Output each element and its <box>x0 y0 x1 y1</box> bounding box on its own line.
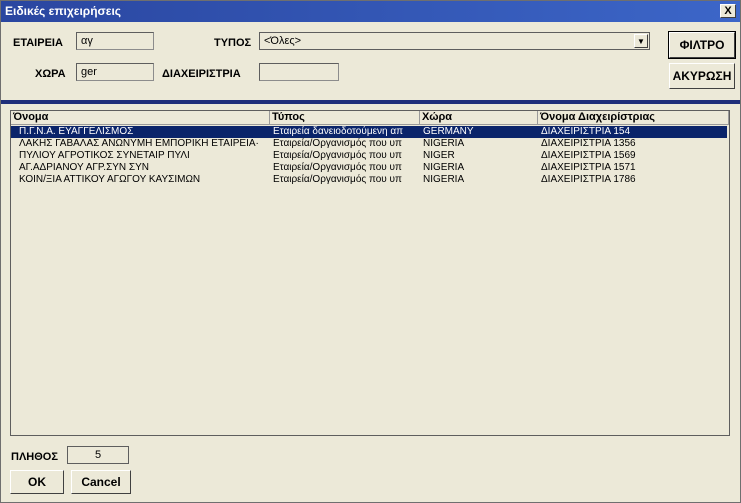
country-label: ΧΩΡΑ <box>35 68 66 80</box>
cell-manager: ΔΙΑΧΕΙΡΙΣΤΡΙΑ 1786 <box>541 174 636 185</box>
column-header-type[interactable]: Τύπος <box>270 111 420 125</box>
cell-manager: ΔΙΑΧΕΙΡΙΣΤΡΙΑ 1571 <box>541 162 636 173</box>
cell-country: NIGERIA <box>423 174 465 185</box>
filter-button[interactable]: ΦΙΛΤΡΟ <box>668 31 736 59</box>
cell-name: ΚΟΙΝ/ΞΙΑ ΑΤΤΙΚΟΥ ΑΓΩΓΟΥ ΚΑΥΣΙΜΩΝ <box>19 174 201 185</box>
type-select-value: <Όλες> <box>264 35 302 47</box>
title-bar[interactable]: Ειδικές επιχειρήσεις X <box>1 1 740 22</box>
table-row[interactable]: ΑΓ.ΑΔΡΙΑΝΟΥ ΑΓΡ.ΣΥΝ ΣΥΝ Εταιρεία/Οργανισμ… <box>11 162 727 174</box>
ok-button[interactable]: OK <box>10 470 64 494</box>
table-row[interactable]: ΠΥΛΙΟΥ ΑΓΡΟΤΙΚΟΣ ΣΥΝΕΤΑΙΡ ΠΥΛΙ Εταιρεία/Ο… <box>11 150 727 162</box>
cell-name: ΛΑΚΗΣ ΓΑΒΑΛΑΣ ΑΝΩΝΥΜΗ ΕΜΠΟΡΙΚΗ ΕΤΑΙΡΕΙΑ· <box>19 138 259 149</box>
type-label: ΤΥΠΟΣ <box>214 37 252 49</box>
clear-filter-button[interactable]: ΑΚΥΡΩΣΗ <box>669 63 735 89</box>
close-button[interactable]: X <box>720 4 736 18</box>
cell-manager: ΔΙΑΧΕΙΡΙΣΤΡΙΑ 154 <box>541 126 631 137</box>
cell-name: ΠΥΛΙΟΥ ΑΓΡΟΤΙΚΟΣ ΣΥΝΕΤΑΙΡ ΠΥΛΙ <box>19 150 190 161</box>
manager-field[interactable] <box>259 63 339 81</box>
cell-type: Εταιρεία/Οργανισμός που υπ <box>273 162 402 173</box>
cell-type: Εταιρεία/Οργανισμός που υπ <box>273 138 402 149</box>
table-row[interactable]: ΚΟΙΝ/ΞΙΑ ΑΤΤΙΚΟΥ ΑΓΩΓΟΥ ΚΑΥΣΙΜΩΝ Εταιρεία… <box>11 174 727 186</box>
cell-manager: ΔΙΑΧΕΙΡΙΣΤΡΙΑ 1569 <box>541 150 636 161</box>
cell-country: NIGERIA <box>423 162 465 173</box>
cell-country: GERMANY <box>423 126 474 137</box>
count-label: ΠΛΗΘΟΣ <box>11 451 58 463</box>
dropdown-arrow-icon[interactable]: ▼ <box>634 34 648 48</box>
manager-label: ΔΙΑΧΕΙΡΙΣΤΡΙΑ <box>162 68 241 80</box>
cell-country: NIGER <box>423 150 455 161</box>
cell-type: Εταιρεία/Οργανισμός που υπ <box>273 174 402 185</box>
cancel-button[interactable]: Cancel <box>71 470 131 494</box>
table-row[interactable]: Π.Γ.Ν.Α. ΕΥΑΓΓΕΛΙΣΜΟΣ Εταιρεία δανειοδοτο… <box>11 126 727 138</box>
column-header-country[interactable]: Χώρα <box>420 111 538 125</box>
country-field[interactable]: ger <box>76 63 154 81</box>
section-divider <box>1 100 740 104</box>
type-select[interactable]: <Όλες> ▼ <box>259 32 650 50</box>
table-row[interactable]: ΛΑΚΗΣ ΓΑΒΑΛΑΣ ΑΝΩΝΥΜΗ ΕΜΠΟΡΙΚΗ ΕΤΑΙΡΕΙΑ·… <box>11 138 727 150</box>
results-grid[interactable]: Όνομα Τύπος Χώρα Όνομα Διαχειρίστριας Π.… <box>10 110 730 436</box>
grid-header: Όνομα Τύπος Χώρα Όνομα Διαχειρίστριας <box>11 111 729 125</box>
cell-name: Π.Γ.Ν.Α. ΕΥΑΓΓΕΛΙΣΜΟΣ <box>19 126 134 137</box>
column-header-manager[interactable]: Όνομα Διαχειρίστριας <box>538 111 729 125</box>
company-label: ΕΤΑΙΡΕΙΑ <box>13 37 63 49</box>
cell-type: Εταιρεία/Οργανισμός που υπ <box>273 150 402 161</box>
cell-manager: ΔΙΑΧΕΙΡΙΣΤΡΙΑ 1356 <box>541 138 636 149</box>
column-header-name[interactable]: Όνομα <box>11 111 270 125</box>
cell-name: ΑΓ.ΑΔΡΙΑΝΟΥ ΑΓΡ.ΣΥΝ ΣΥΝ <box>19 162 149 173</box>
count-field: 5 <box>67 446 129 464</box>
cell-type: Εταιρεία δανειοδοτούμενη απ <box>273 126 404 137</box>
window-title: Ειδικές επιχειρήσεις <box>5 4 122 18</box>
dialog-window: Ειδικές επιχειρήσεις X ΕΤΑΙΡΕΙΑ αγ ΤΥΠΟΣ… <box>0 0 741 503</box>
cell-country: NIGERIA <box>423 138 465 149</box>
company-field[interactable]: αγ <box>76 32 154 50</box>
